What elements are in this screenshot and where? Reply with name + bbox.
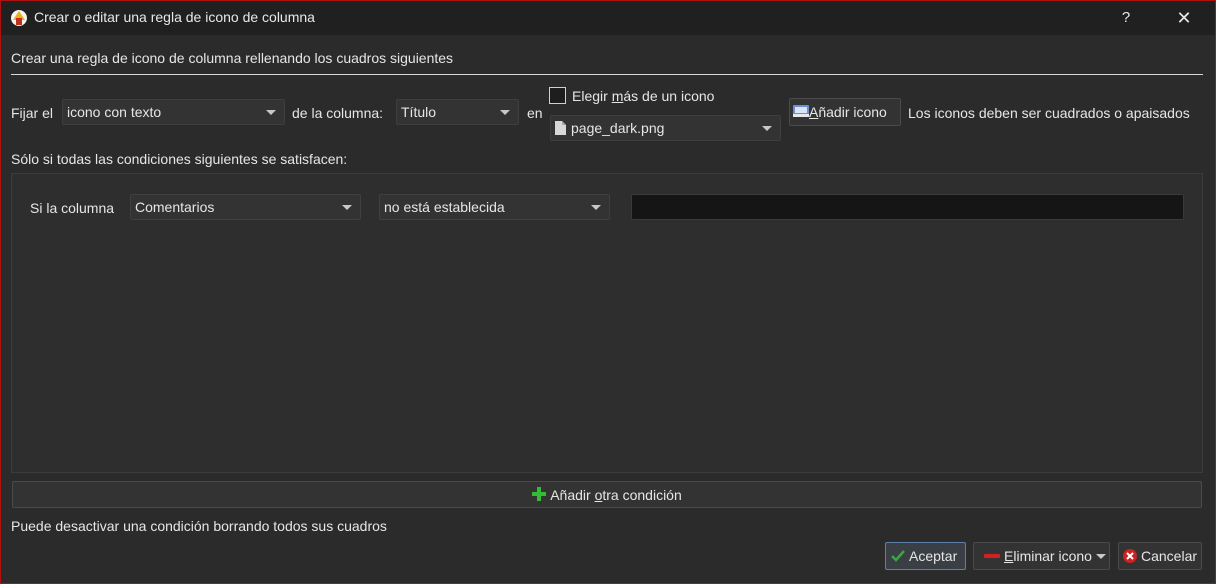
plus-icon: [532, 487, 547, 502]
heading-divider: [11, 74, 1203, 75]
icon-file-value: page_dark.png: [571, 120, 665, 136]
condition-operator-value: no está establecida: [384, 199, 505, 215]
condition-if-label: Si la columna: [30, 200, 115, 216]
column-value: Título: [401, 104, 437, 120]
window-title: Crear o editar una regla de icono de col…: [34, 9, 315, 25]
icon-kind-value: icono con texto: [67, 104, 162, 120]
chevron-down-icon: [1096, 554, 1106, 559]
conditions-heading: Sólo si todas las condiciones siguientes…: [11, 151, 348, 167]
checkmark-icon: [891, 549, 905, 562]
add-icon-button[interactable]: Añadir icono: [789, 98, 901, 126]
minus-icon: [984, 553, 1000, 558]
in-label: en: [527, 105, 543, 121]
dialog-heading: Crear una regla de icono de columna rell…: [11, 50, 454, 66]
condition-column-select[interactable]: Comentarios: [130, 194, 361, 220]
chevron-down-icon: [500, 110, 510, 115]
icon-kind-select[interactable]: icono con texto: [62, 99, 285, 125]
remove-icon-button[interactable]: Eliminar icono: [973, 542, 1110, 570]
title-bar: Crear o editar una regla de icono de col…: [1, 1, 1215, 35]
file-icon: [555, 121, 566, 136]
multiple-icons-checkbox[interactable]: [549, 87, 566, 104]
cancel-button[interactable]: Cancelar: [1118, 542, 1202, 570]
multiple-icons-label[interactable]: Elegir más de un icono: [572, 88, 714, 104]
icon-file-select[interactable]: page_dark.png: [550, 115, 781, 141]
image-icon: [793, 105, 809, 118]
app-logo-icon: [11, 10, 27, 26]
condition-value-input[interactable]: [631, 194, 1184, 220]
add-condition-button[interactable]: Añadir otra condición: [12, 481, 1202, 508]
cancel-icon: [1123, 548, 1137, 563]
condition-column-value: Comentarios: [135, 199, 215, 215]
chevron-down-icon: [266, 110, 276, 115]
chevron-down-icon: [762, 126, 772, 131]
footer-note: Puede desactivar una condición borrando …: [11, 518, 387, 534]
column-label: de la columna:: [292, 105, 384, 121]
condition-operator-select[interactable]: no está establecida: [379, 194, 610, 220]
column-select[interactable]: Título: [396, 99, 519, 125]
dialog-window: Crear o editar una regla de icono de col…: [0, 0, 1216, 584]
chevron-down-icon: [591, 205, 601, 210]
help-button[interactable]: ?: [1103, 1, 1149, 35]
accept-button[interactable]: Aceptar: [885, 542, 966, 570]
close-button[interactable]: ✕: [1161, 1, 1207, 35]
icons-shape-note: Los iconos deben ser cuadrados o apaisad…: [908, 105, 1190, 121]
chevron-down-icon: [342, 205, 352, 210]
set-label: Fijar el: [11, 105, 54, 121]
